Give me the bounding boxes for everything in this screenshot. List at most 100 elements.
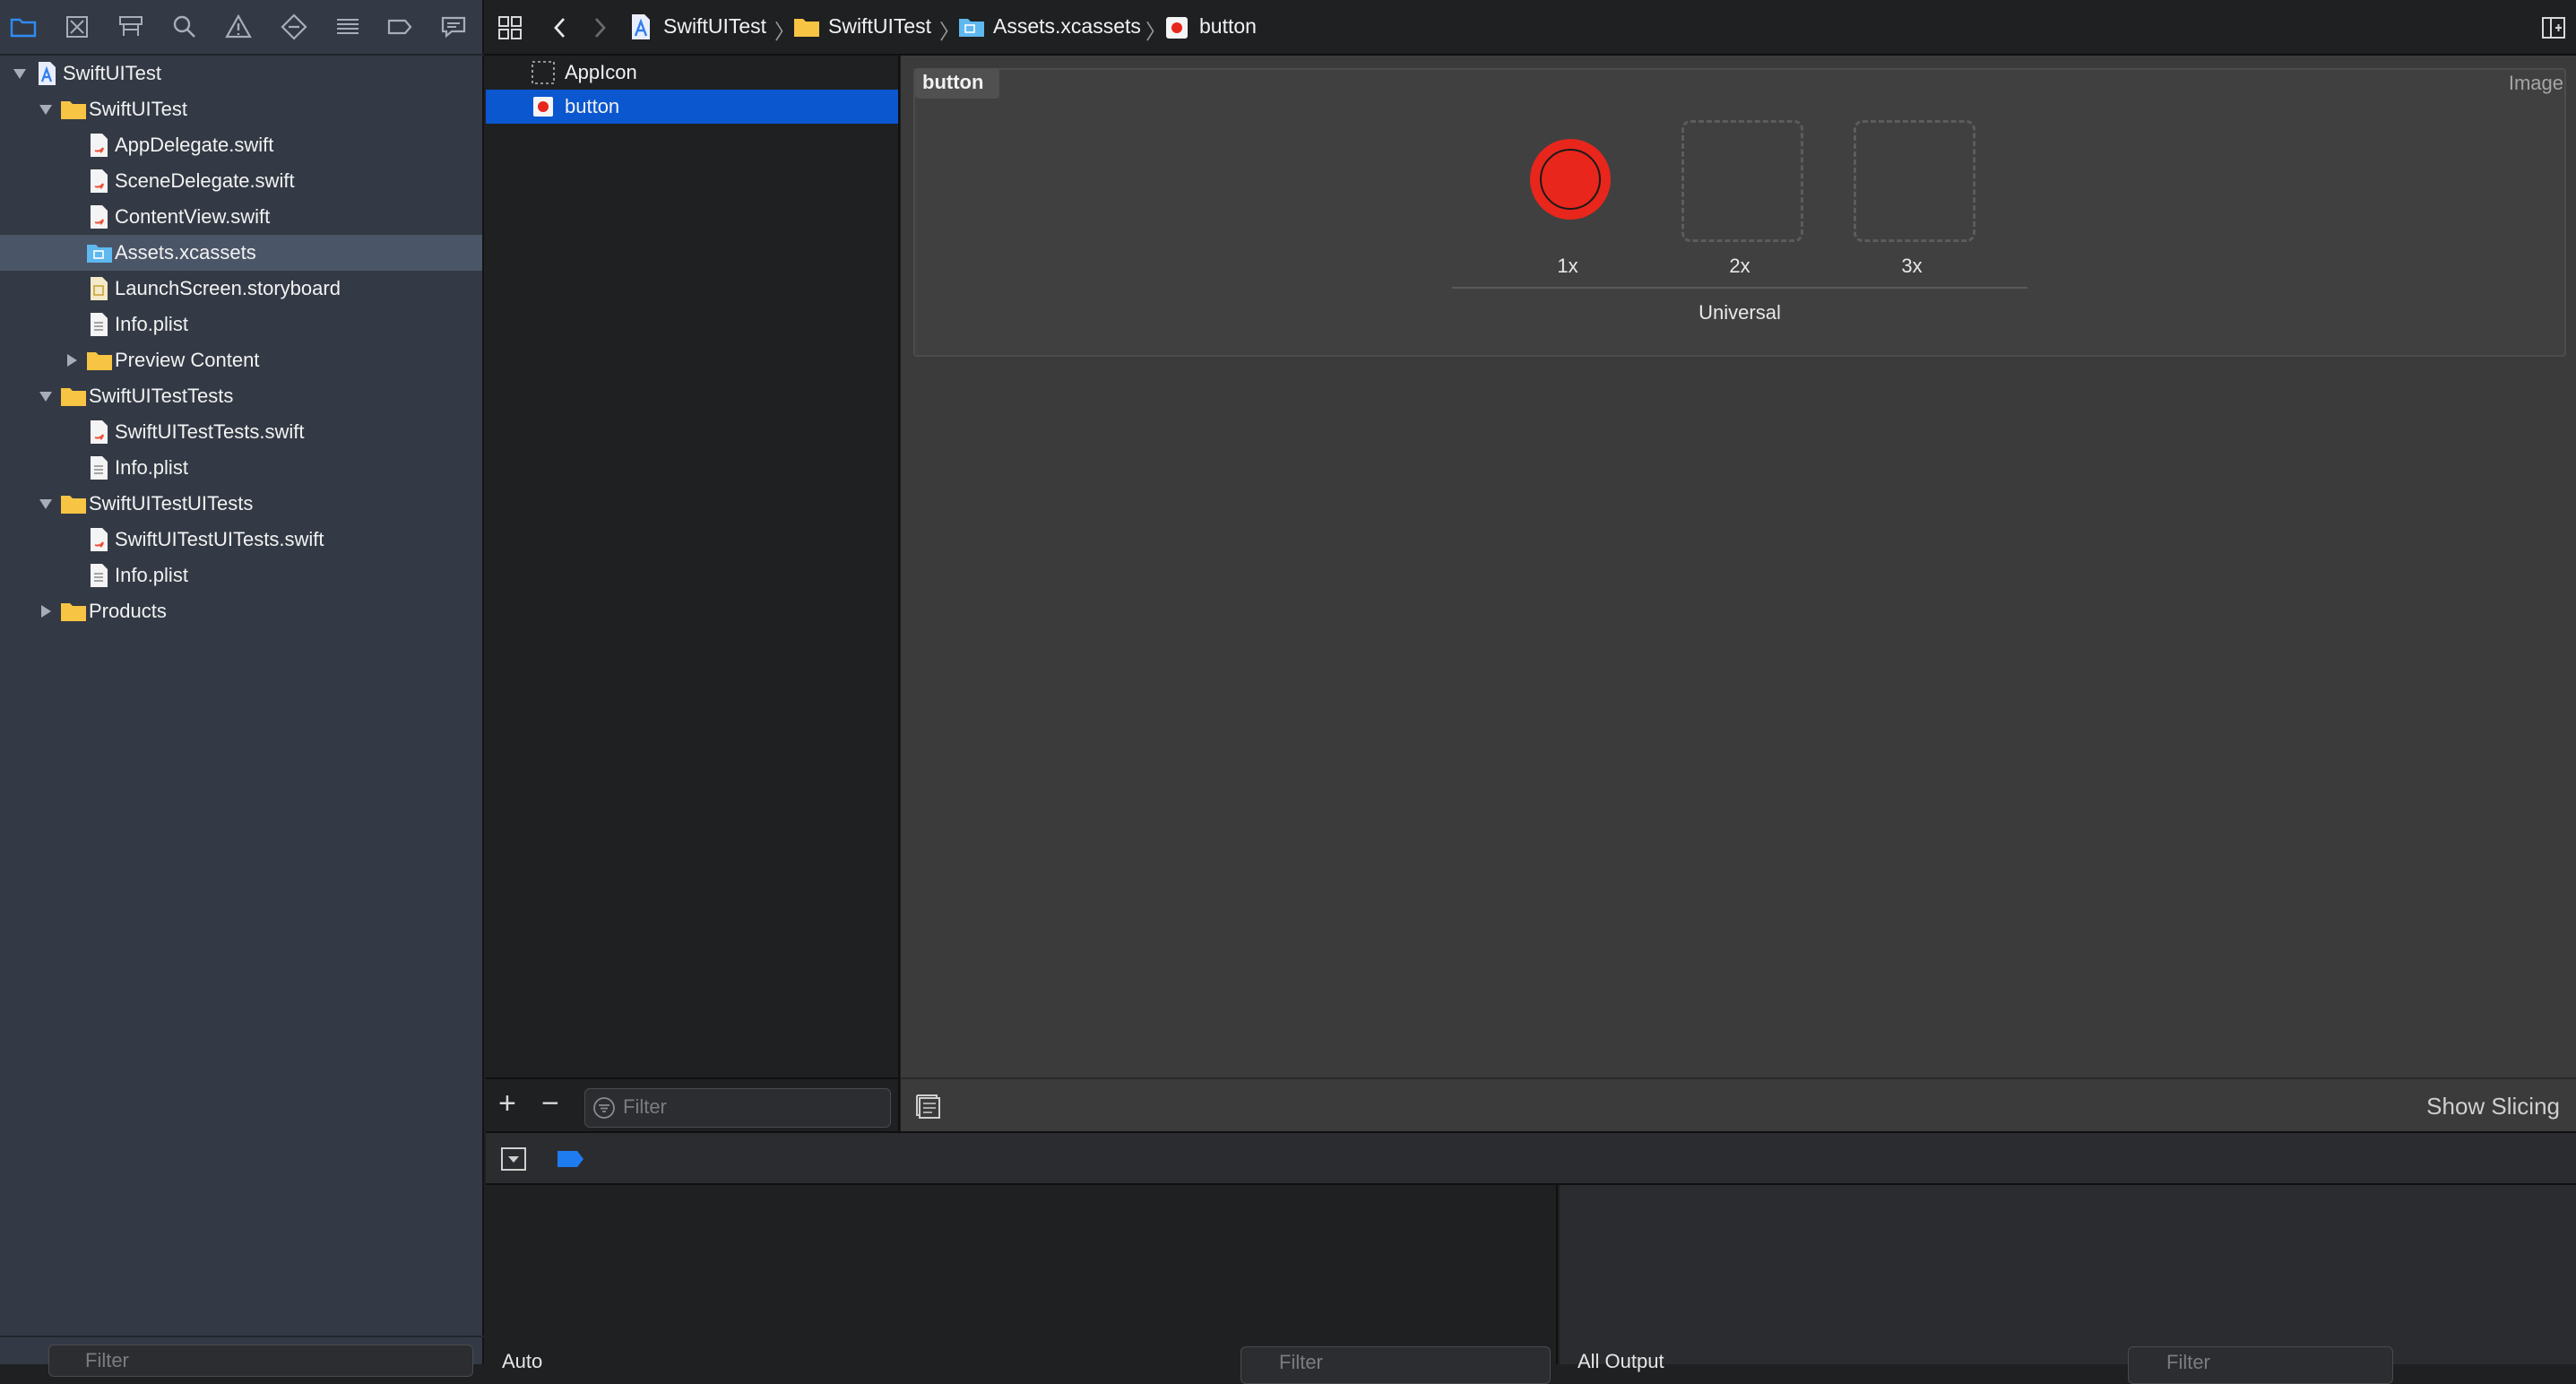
plist-file-icon bbox=[86, 455, 111, 480]
navigator-item[interactable]: ContentView.swift bbox=[0, 199, 482, 235]
navigator-item[interactable]: SwiftUITest bbox=[0, 56, 482, 91]
asset-catalog-outline: AppIcon button bbox=[486, 56, 900, 1131]
navigator-item[interactable]: SwiftUITestTests.swift bbox=[0, 414, 482, 450]
navigator-item[interactable]: AppDelegate.swift bbox=[0, 127, 482, 163]
disclosure-down-icon[interactable] bbox=[37, 387, 55, 405]
swift-file-icon bbox=[86, 527, 111, 552]
navigator-item-label: LaunchScreen.storyboard bbox=[115, 277, 341, 299]
disclosure-down-icon[interactable] bbox=[37, 495, 55, 513]
navigator-item-label: SwiftUITestUITests.swift bbox=[115, 528, 324, 550]
disclosure-right-icon[interactable] bbox=[63, 351, 81, 369]
console-output-popup[interactable]: All Output bbox=[1578, 1350, 1664, 1373]
variables-view: Auto Filter bbox=[486, 1185, 1558, 1384]
crumb-project[interactable]: SwiftUITest bbox=[663, 14, 766, 39]
debug-list-icon[interactable] bbox=[333, 13, 362, 41]
navigator-item-label: SwiftUITestTests bbox=[89, 385, 234, 407]
red-button-image bbox=[1530, 139, 1611, 220]
disclosure-right-icon[interactable] bbox=[37, 602, 55, 620]
swift-file-icon bbox=[86, 204, 111, 229]
search-icon[interactable] bbox=[170, 13, 199, 41]
slot-label-2x: 2x bbox=[1729, 255, 1750, 277]
swift-file-icon bbox=[86, 420, 111, 445]
asset-row-button[interactable]: button bbox=[486, 90, 898, 124]
test-diamond-icon[interactable] bbox=[280, 13, 308, 41]
related-items-grid-icon[interactable] bbox=[497, 14, 523, 41]
slot-3x[interactable] bbox=[1854, 120, 1975, 242]
disclosure-down-icon[interactable] bbox=[11, 65, 29, 82]
image-set-name[interactable]: button bbox=[915, 68, 999, 99]
navigator-item[interactable]: Info.plist bbox=[0, 307, 482, 342]
navigator-item-label: ContentView.swift bbox=[115, 205, 271, 228]
navigator-item[interactable]: Info.plist bbox=[0, 450, 482, 486]
plist-file-icon bbox=[86, 563, 111, 588]
variables-scope-popup[interactable]: Auto bbox=[502, 1350, 542, 1373]
variables-filter-field[interactable]: Filter bbox=[1240, 1346, 1551, 1384]
navigator-tab-bar bbox=[0, 0, 484, 56]
navigator-item-label: Info.plist bbox=[115, 456, 188, 479]
plist-file-icon bbox=[86, 312, 111, 337]
console-filter-placeholder: Filter bbox=[2166, 1351, 2210, 1373]
project-navigator: SwiftUITest SwiftUITest AppDelegate.swift S… bbox=[0, 0, 484, 1377]
folder-icon[interactable] bbox=[9, 13, 38, 41]
filter-icon bbox=[592, 1096, 616, 1120]
navigator-filter-field[interactable]: Filter bbox=[48, 1345, 473, 1377]
slot-2x[interactable] bbox=[1681, 120, 1803, 242]
asset-catalog-icon bbox=[86, 240, 112, 265]
crumb-asset-catalog[interactable]: Assets.xcassets bbox=[993, 14, 1141, 39]
add-editor-icon[interactable] bbox=[2540, 14, 2567, 41]
swift-file-icon bbox=[86, 133, 111, 158]
navigator-item[interactable]: SwiftUITestUITests bbox=[0, 486, 482, 522]
navigator-item-label: Info.plist bbox=[115, 564, 188, 586]
folder-icon bbox=[86, 348, 112, 373]
navigator-filter-placeholder: Filter bbox=[85, 1349, 129, 1371]
show-slicing-button[interactable]: Show Slicing bbox=[2426, 1093, 2560, 1120]
navigator-item[interactable]: LaunchScreen.storyboard bbox=[0, 271, 482, 307]
forward-chevron-icon[interactable] bbox=[586, 14, 613, 41]
slot-label-1x: 1x bbox=[1557, 255, 1578, 277]
navigator-item[interactable]: Products bbox=[0, 593, 482, 629]
attributes-panel-icon[interactable] bbox=[913, 1092, 944, 1122]
issue-warning-icon[interactable] bbox=[224, 13, 253, 41]
crumb-group[interactable]: SwiftUITest bbox=[828, 14, 931, 39]
navigator-item-label: Preview Content bbox=[115, 349, 260, 371]
asset-filter-field[interactable]: Filter bbox=[584, 1088, 891, 1128]
folder-icon bbox=[60, 491, 86, 516]
project-file-icon bbox=[627, 13, 654, 41]
asset-list-bottom-bar: + − Filter bbox=[486, 1077, 900, 1131]
navigator-item[interactable]: SceneDelegate.swift bbox=[0, 163, 482, 199]
navigator-item[interactable]: SwiftUITestUITests.swift bbox=[0, 522, 482, 558]
breakpoints-toggle-icon[interactable] bbox=[556, 1147, 586, 1171]
folder-icon bbox=[60, 384, 86, 409]
variables-filter-placeholder: Filter bbox=[1279, 1351, 1323, 1373]
editor-jump-bar: SwiftUITest 〉 SwiftUITest 〉 Assets.xcass… bbox=[484, 0, 2576, 56]
source-control-icon[interactable] bbox=[63, 13, 91, 41]
image-set-icon bbox=[1165, 16, 1189, 39]
slot-1x[interactable] bbox=[1509, 120, 1631, 242]
image-set-type-label: Image bbox=[2508, 72, 2563, 94]
project-icon bbox=[34, 61, 59, 86]
add-asset-button[interactable]: + bbox=[498, 1086, 516, 1121]
image-set-icon bbox=[532, 96, 554, 117]
asset-row-label: button bbox=[565, 95, 620, 117]
breakpoint-tag-icon[interactable] bbox=[385, 13, 414, 41]
navigator-item[interactable]: Info.plist bbox=[0, 558, 482, 593]
idiom-divider bbox=[1452, 287, 2027, 289]
asset-row-appicon[interactable]: AppIcon bbox=[486, 56, 898, 90]
hide-debug-area-icon[interactable] bbox=[500, 1146, 527, 1172]
navigator-item[interactable]: SwiftUITestTests bbox=[0, 378, 482, 414]
console-filter-field[interactable]: Filter bbox=[2128, 1346, 2393, 1384]
navigator-item-label: Products bbox=[89, 600, 167, 622]
navigator-item-label: SwiftUITest bbox=[89, 98, 188, 120]
symbol-icon[interactable] bbox=[117, 13, 145, 41]
navigator-filter-bar: Filter bbox=[0, 1336, 484, 1377]
idiom-label: Universal bbox=[1699, 301, 1781, 324]
remove-asset-button[interactable]: − bbox=[541, 1086, 559, 1121]
navigator-item[interactable]: Preview Content bbox=[0, 342, 482, 378]
navigator-item-label: SwiftUITestTests.swift bbox=[115, 420, 305, 443]
navigator-item[interactable]: Assets.xcassets bbox=[0, 235, 482, 271]
navigator-item[interactable]: SwiftUITest bbox=[0, 91, 482, 127]
back-chevron-icon[interactable] bbox=[547, 14, 574, 41]
report-bubble-icon[interactable] bbox=[439, 13, 468, 41]
crumb-image-set[interactable]: button bbox=[1199, 14, 1257, 39]
disclosure-down-icon[interactable] bbox=[37, 100, 55, 118]
